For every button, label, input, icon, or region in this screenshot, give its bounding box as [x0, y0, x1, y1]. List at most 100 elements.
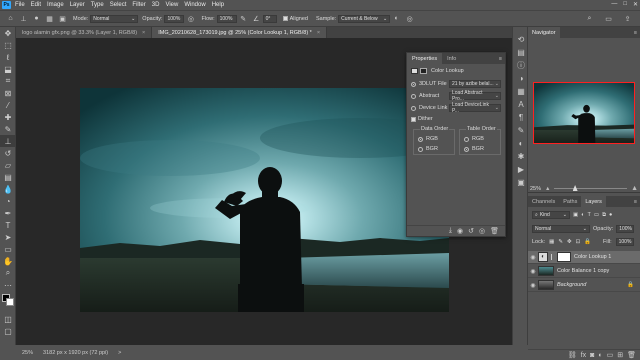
filter-type-icon[interactable]: T	[588, 212, 591, 218]
workspace-icon[interactable]: ▭	[604, 14, 613, 23]
pen-tool-icon[interactable]: ✒	[0, 207, 16, 219]
home-icon[interactable]: ⌂	[6, 14, 15, 23]
add-mask-icon[interactable]: ◙	[590, 352, 594, 359]
lut3d-radio[interactable]	[411, 81, 416, 87]
quick-mask-icon[interactable]: ◫	[0, 313, 16, 325]
lock-icon[interactable]: 🔒	[627, 282, 634, 288]
layer-style-icon[interactable]: fx	[581, 352, 586, 359]
marquee-tool-icon[interactable]: ⬚	[0, 39, 16, 51]
healing-brush-tool-icon[interactable]: ✚	[0, 111, 16, 123]
dodge-tool-icon[interactable]: ◔	[0, 195, 16, 207]
filter-smart-icon[interactable]: ⧉	[602, 212, 606, 219]
rgb-radio[interactable]	[418, 136, 423, 142]
opacity-input[interactable]: 100%	[164, 14, 185, 23]
clone-stamp-tool-icon[interactable]: ⊥	[0, 135, 16, 147]
tab-layers[interactable]: Layers	[581, 196, 606, 207]
layer-mask-thumbnail[interactable]	[557, 252, 571, 262]
lock-transparent-icon[interactable]: ▦	[549, 239, 554, 245]
color-panel-icon[interactable]: ◑	[513, 72, 529, 85]
zoom-out-icon[interactable]: ▲	[545, 186, 550, 192]
panel-menu-icon[interactable]: ≡	[634, 30, 637, 36]
tab-paths[interactable]: Paths	[559, 196, 581, 207]
layer-name[interactable]: Background	[557, 282, 586, 288]
brush-settings-icon[interactable]: ▦	[45, 14, 54, 23]
eyedropper-tool-icon[interactable]: ⁄	[0, 99, 16, 111]
filter-adjustment-icon[interactable]: ◐	[581, 212, 584, 218]
menu-3d[interactable]: 3D	[152, 2, 160, 8]
search-icon[interactable]: ⌕	[585, 14, 594, 23]
eraser-tool-icon[interactable]: ▱	[0, 159, 16, 171]
tab-channels[interactable]: Channels	[528, 196, 559, 207]
lock-position-icon[interactable]: ✥	[567, 239, 572, 245]
document-canvas-image[interactable]	[80, 88, 449, 312]
lut3d-dropdown[interactable]: 21 by azibe belal... ⌄	[449, 80, 501, 88]
bgr-radio[interactable]	[418, 146, 423, 152]
object-select-tool-icon[interactable]: ⬓	[0, 63, 16, 75]
visibility-eye-icon[interactable]: ◉	[528, 268, 538, 275]
rectangle-tool-icon[interactable]: ▭	[0, 243, 16, 255]
navigator-zoom-value[interactable]: 25%	[530, 186, 541, 192]
new-layer-icon[interactable]: ⊞	[617, 351, 623, 359]
rgb-radio[interactable]	[464, 136, 469, 142]
devicelink-dropdown[interactable]: Load DeviceLink P... ⌄	[449, 102, 501, 114]
color-swatches[interactable]	[0, 291, 15, 313]
navigator-zoom-slider[interactable]	[554, 185, 628, 191]
tab-logo-document[interactable]: logo alamin gfx.png @ 33.3% (Layer 1, RG…	[16, 27, 153, 38]
slider-handle[interactable]	[572, 185, 578, 191]
menu-image[interactable]: Image	[47, 2, 64, 8]
link-layers-icon[interactable]: ⛓	[568, 351, 577, 359]
clip-to-layer-icon[interactable]: ⤓	[449, 227, 452, 235]
table-order-rgb[interactable]: RGB	[460, 134, 500, 144]
layer-name[interactable]: Color Balance 1 copy	[557, 268, 609, 274]
history-panel-icon[interactable]: ⟲	[513, 33, 529, 46]
bgr-radio[interactable]	[464, 146, 469, 152]
fill-input[interactable]: 100%	[615, 238, 634, 246]
new-group-icon[interactable]: ▭	[607, 351, 614, 359]
swatches-panel-icon[interactable]: ▦	[513, 85, 529, 98]
blend-mode-dropdown[interactable]: Normal ⌄	[532, 225, 590, 233]
table-order-bgr[interactable]: BGR	[460, 144, 500, 154]
mode-dropdown[interactable]: Normal ⌄	[90, 14, 139, 23]
share-icon[interactable]: ⇪	[623, 14, 632, 23]
devicelink-radio[interactable]	[411, 105, 416, 111]
brush-tool-icon[interactable]: ✎	[0, 123, 16, 135]
tab-properties[interactable]: Properties	[407, 53, 443, 64]
crop-tool-icon[interactable]: ⌗	[0, 75, 16, 87]
lock-image-icon[interactable]: ✎	[558, 239, 563, 245]
brush-preset-icon[interactable]: ●	[32, 14, 41, 23]
more-tools-icon[interactable]: ⋯	[0, 279, 16, 291]
properties-panel-icon[interactable]: ▤	[513, 46, 529, 59]
maximize-button[interactable]: □	[623, 1, 627, 8]
path-selection-tool-icon[interactable]: ➤	[0, 231, 16, 243]
new-adjustment-icon[interactable]: ◐	[598, 352, 602, 359]
paragraph-panel-icon[interactable]: ¶	[513, 111, 529, 124]
angle-input[interactable]: 0°	[262, 14, 277, 23]
menu-view[interactable]: View	[165, 2, 178, 8]
close-button[interactable]: ✕	[633, 1, 638, 8]
zoom-tool-icon[interactable]: ⌕	[0, 267, 16, 279]
hand-tool-icon[interactable]: ✋	[0, 255, 16, 267]
close-icon[interactable]: ×	[142, 30, 145, 36]
data-order-bgr[interactable]: BGR	[414, 144, 454, 154]
blur-tool-icon[interactable]: 💧	[0, 183, 16, 195]
zoom-in-icon[interactable]: ▲	[631, 185, 638, 192]
data-order-rgb[interactable]: RGB	[414, 134, 454, 144]
mask-icon[interactable]	[420, 68, 427, 74]
photoshop-logo-icon[interactable]: Ps	[2, 1, 11, 9]
menu-file[interactable]: File	[15, 2, 25, 8]
clone-source-icon[interactable]: ▣	[58, 14, 67, 23]
tab-info[interactable]: Info	[442, 53, 461, 64]
menu-select[interactable]: Select	[110, 2, 127, 8]
layer-name[interactable]: Color Lookup 1	[574, 254, 611, 260]
delete-layer-icon[interactable]: 🗑	[627, 351, 636, 359]
filter-toggle-icon[interactable]: ●	[609, 212, 612, 218]
background-color-swatch[interactable]	[6, 298, 14, 306]
reset-icon[interactable]: ↺	[468, 227, 474, 235]
delete-icon[interactable]: 🗑	[490, 227, 499, 235]
visibility-eye-icon[interactable]: ◉	[528, 254, 538, 261]
airbrush-icon[interactable]: ✎	[239, 14, 248, 23]
ignore-adjustment-icon[interactable]: ◐	[392, 14, 401, 23]
abstract-radio[interactable]	[411, 93, 416, 99]
frame-tool-icon[interactable]: ⊠	[0, 87, 16, 99]
type-tool-icon[interactable]: T	[0, 219, 16, 231]
